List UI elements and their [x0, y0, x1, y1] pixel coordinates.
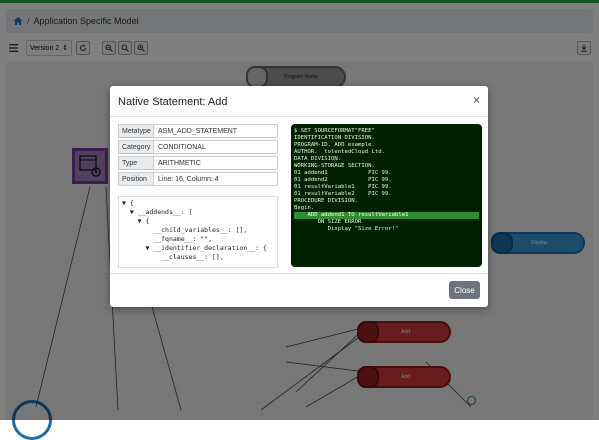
- tree-line[interactable]: ▼ __identifier_declaration__: {: [122, 244, 274, 253]
- property-value: Line: 16, Column: 4: [154, 172, 278, 186]
- property-value: ARITHMETIC: [154, 156, 278, 170]
- property-row: Type ARITHMETIC: [118, 156, 278, 170]
- property-key: Type: [118, 156, 154, 170]
- property-row: Position Line: 16, Column: 4: [118, 172, 278, 186]
- close-icon[interactable]: ×: [473, 93, 480, 107]
- modal-title: Native Statement: Add: [118, 96, 228, 108]
- tree-line: __child_variables__: [],: [122, 226, 248, 234]
- tree-line[interactable]: ▼ {: [122, 217, 274, 226]
- property-key: Metatype: [118, 124, 154, 138]
- property-row: Category CONDITIONAL: [118, 140, 278, 154]
- code-line: PROGRAM-ID. ADD example.: [294, 142, 375, 148]
- property-key: Position: [118, 172, 154, 186]
- code-line: DATA DIVISION.: [294, 156, 342, 162]
- close-button[interactable]: Close: [449, 281, 480, 299]
- code-line: Display "Size Error!": [294, 226, 399, 232]
- code-line: WORKING-STORAGE SECTION.: [294, 163, 375, 169]
- tree-line: __fqname__: "",: [122, 235, 213, 243]
- modal-footer-divider: [110, 273, 488, 274]
- code-line: ON SIZE ERROR: [294, 219, 362, 225]
- property-row: Metatype ASM_ADD_STATEMENT: [118, 124, 278, 138]
- property-value: ASM_ADD_STATEMENT: [154, 124, 278, 138]
- code-line: 01 addend1 PIC 99.: [294, 170, 392, 176]
- code-line: 01 addend2 PIC 99.: [294, 177, 392, 183]
- code-line: 01 resultVariable2 PIC 99.: [294, 191, 392, 197]
- code-line: AUTHOR. tolentedCloud Ltd.: [294, 149, 385, 155]
- code-line: IDENTIFICATION DIVISION.: [294, 135, 375, 141]
- tree-line: __clauses__: [],: [122, 253, 224, 261]
- tree-line[interactable]: ▼ {: [122, 199, 274, 208]
- native-statement-modal: Native Statement: Add × Metatype ASM_ADD…: [110, 86, 488, 307]
- property-value: CONDITIONAL: [154, 140, 278, 154]
- property-key: Category: [118, 140, 154, 154]
- properties-table: Metatype ASM_ADD_STATEMENT Category COND…: [118, 124, 278, 188]
- code-line: $ SET SOURCEFORMAT"FREE": [294, 128, 375, 134]
- json-tree-view[interactable]: ▼ { ▼ __addends__: [ ▼ { __child_variabl…: [118, 196, 278, 268]
- code-line-highlighted: ADD addend1 TO resultVariable1: [294, 212, 479, 219]
- source-code-panel[interactable]: $ SET SOURCEFORMAT"FREE" IDENTIFICATION …: [291, 124, 482, 267]
- code-line: Begin.: [294, 205, 315, 211]
- code-line: PROCEDURE DIVISION.: [294, 198, 358, 204]
- code-line: 01 resultVariable1 PIC 99.: [294, 184, 392, 190]
- tree-line[interactable]: ▼ __addends__: [: [122, 208, 274, 217]
- modal-header-divider: [110, 116, 488, 117]
